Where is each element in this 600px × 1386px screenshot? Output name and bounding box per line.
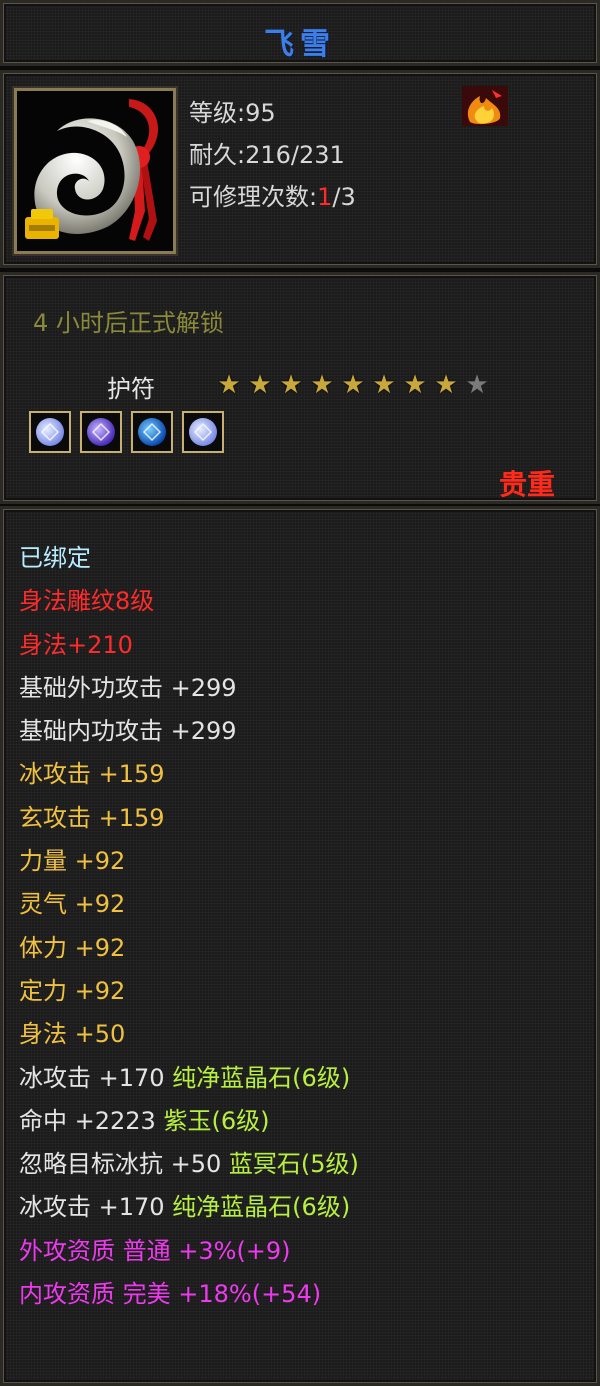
star-filled-icon: ★ [217,370,241,400]
unlock-timer: 4 小时后正式解锁 [33,309,224,337]
attribute-text: 已绑定 [19,544,91,572]
attribute-text: 体力 +92 [19,933,126,962]
attribute-row: 身法雕纹8级 [19,580,359,623]
attribute-row: 基础内功攻击 +299 [19,710,359,753]
jade-pendant-icon [17,91,173,251]
repair-line: 可修理次数:1/3 [189,177,356,212]
white-gem-icon [36,418,64,446]
star-filled-icon: ★ [372,370,396,400]
attribute-text: 力量 +92 [19,847,126,876]
item-title: 飞雪 [264,27,336,62]
gem-slot[interactable] [182,411,224,453]
inlaid-gem-name: 纯净蓝晶石(6级) [172,1063,351,1092]
star-filled-icon: ★ [434,370,458,400]
attribute-text: 定力 +92 [19,976,126,1005]
durability-line: 耐久:216/231 [189,135,345,170]
attribute-text: 基础外功攻击 +299 [19,673,237,702]
star-filled-icon: ★ [279,370,303,400]
item-image[interactable] [14,88,176,254]
durability-label: 耐久: [189,141,246,169]
attribute-text: 身法+210 [19,630,133,659]
star-filled-icon: ★ [248,370,272,400]
attribute-row: 内攻资质 完美 +18%(+54) [19,1273,359,1316]
gem-slot[interactable] [80,411,122,453]
amulet-panel: 4 小时后正式解锁 护符 ★ ★ ★ ★ ★ ★ ★ ★ ★ 贵重 [0,272,600,504]
star-rating: ★ ★ ★ ★ ★ ★ ★ ★ ★ [215,371,491,399]
gem-slot[interactable] [131,411,173,453]
attribute-row: 冰攻击 +170 纯净蓝晶石(6级) [19,1186,359,1229]
attribute-row: 体力 +92 [19,927,359,970]
attribute-row: 外攻资质 普通 +3%(+9) [19,1230,359,1273]
repair-label: 可修理次数: [189,183,318,211]
star-filled-icon: ★ [403,370,427,400]
attribute-text: 冰攻击 +170 [19,1063,165,1092]
rarity-label: 贵重 [498,468,555,501]
level-line: 等级:95 [189,93,276,128]
level-label: 等级: [189,99,246,127]
attribute-row: 命中 +2223 紫玉(6级) [19,1100,359,1143]
repair-max: /3 [332,183,356,211]
star-filled-icon: ★ [310,370,334,400]
attribute-text: 冰攻击 +159 [19,760,165,789]
durability-value: 216/231 [245,141,345,169]
flame-icon [462,86,508,126]
attribute-text: 身法 +50 [19,1020,126,1049]
inlaid-gem-name: 紫玉(6级) [163,1106,270,1135]
attribute-text: 忽略目标冰抗 +50 [19,1150,222,1179]
attribute-row: 身法+210 [19,624,359,667]
inlaid-gem-name: 纯净蓝晶石(6级) [172,1193,351,1222]
attribute-row: 身法 +50 [19,1013,359,1056]
level-value: 95 [245,99,276,127]
star-empty-icon: ★ [465,370,489,400]
attribute-text: 冰攻击 +170 [19,1193,165,1222]
attribute-row: 冰攻击 +170 纯净蓝晶石(6级) [19,1057,359,1100]
title-panel: 飞雪 [0,0,600,66]
attributes-panel: 已绑定身法雕纹8级 身法+210 基础外功攻击 +299 基础内功攻击 +299 冰攻击… [0,506,600,1386]
repair-current: 1 [317,183,333,211]
attribute-row: 忽略目标冰抗 +50 蓝冥石(5级) [19,1143,359,1186]
attribute-row: 定力 +92 [19,970,359,1013]
gem-slots [29,411,224,453]
blue-gem-icon [138,418,166,446]
attribute-text: 命中 +2223 [19,1106,156,1135]
attribute-row: 基础外功攻击 +299 [19,667,359,710]
attribute-text: 灵气 +92 [19,890,126,919]
attribute-row: 已绑定 [19,537,359,580]
attribute-row: 灵气 +92 [19,883,359,926]
attribute-row: 力量 +92 [19,840,359,883]
attribute-text: 玄攻击 +159 [19,803,165,832]
attribute-text: 外攻资质 普通 +3%(+9) [19,1236,291,1265]
gem-slot[interactable] [29,411,71,453]
attribute-row: 玄攻击 +159 [19,797,359,840]
inlaid-gem-name: 蓝冥石(5级) [228,1150,359,1179]
attribute-text: 内攻资质 完美 +18%(+54) [19,1280,322,1309]
violet-gem-icon [87,418,115,446]
white-gem-icon [189,418,217,446]
amulet-label: 护符 [107,375,155,403]
attribute-text: 身法雕纹8级 [19,587,155,616]
attribute-list: 已绑定身法雕纹8级 身法+210 基础外功攻击 +299 基础内功攻击 +299 冰攻击… [19,537,359,1316]
attribute-row: 冰攻击 +159 [19,753,359,796]
star-filled-icon: ★ [341,370,365,400]
attribute-text: 基础内功攻击 +299 [19,717,237,746]
